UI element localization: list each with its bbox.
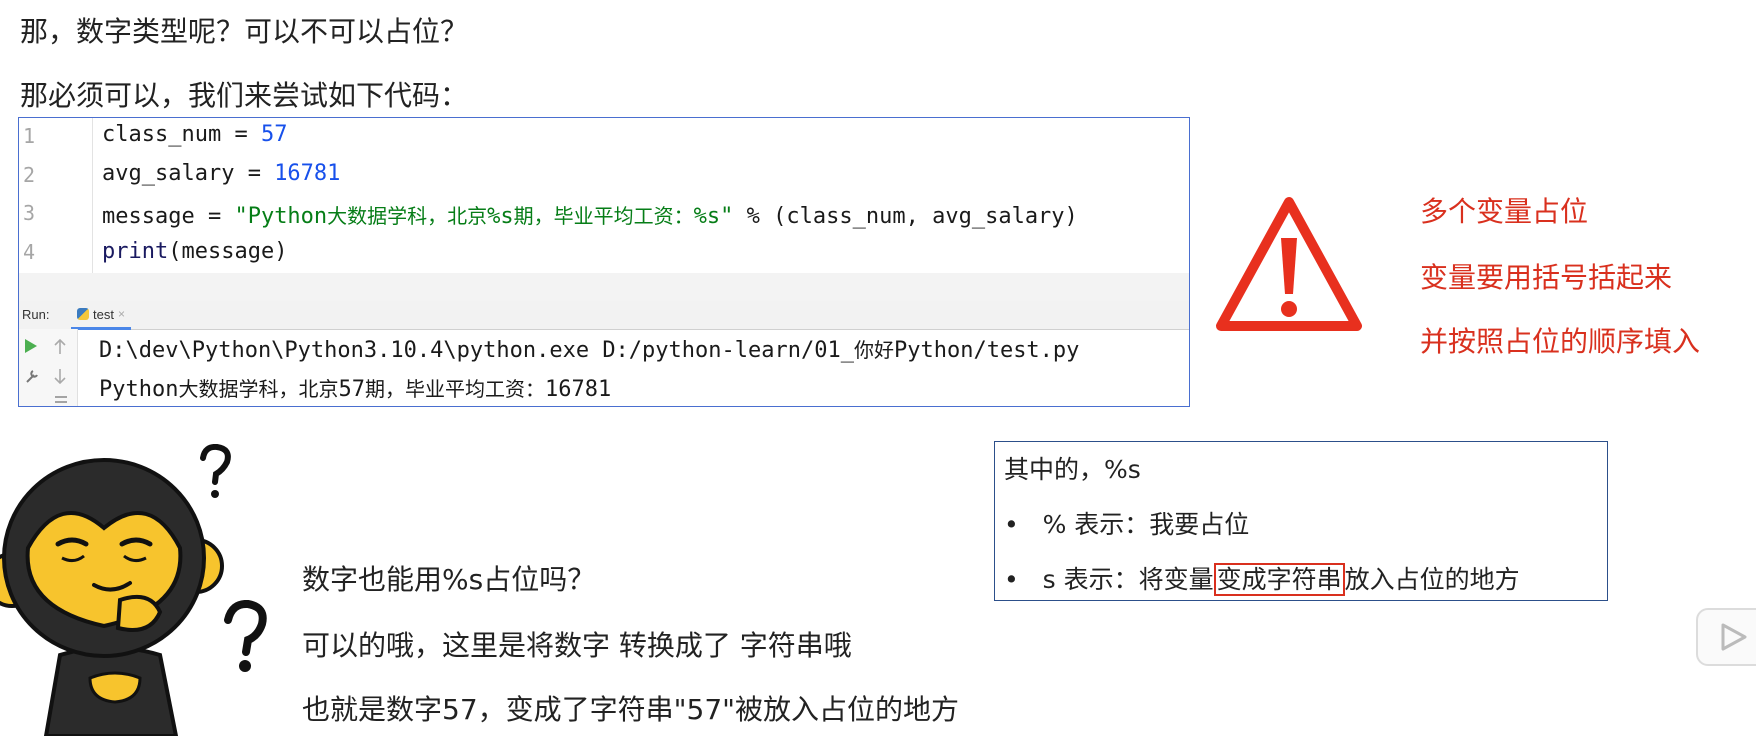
highlight-box: 变成字符串 [1213,563,1345,596]
output-text: 16781 [544,377,612,402]
arrow-up-icon[interactable] [54,339,66,355]
soft-wrap-icon[interactable] [54,395,68,405]
output-text: D:\dev\Python\Python3.10.4\python.exe D:… [99,338,854,363]
code-string: 大数据学科，北京 [327,204,488,228]
output-text: 期，毕业平均工资： [364,377,545,401]
body-answer-1: 可以的哦，这里是将数字 转换成了 字符串哦 [302,629,852,662]
output-text: Python [99,377,179,402]
info-item-text: s 表示：将变量 [1042,565,1214,594]
info-item-text: % 表示：我要占位 [1042,510,1250,539]
wrench-icon[interactable] [24,368,40,384]
page-intro-heading: 那必须可以，我们来尝试如下代码： [20,79,469,112]
play-button[interactable] [1696,608,1756,666]
code-line-4[interactable]: print(message) [102,239,287,264]
warning-note: 变量要用括号括起来 [1420,261,1673,294]
editor-separator [19,273,1189,302]
code-token: avg_salary = [102,161,275,186]
line-number: 1 [23,124,36,148]
question-mark-icon [224,600,267,672]
code-string: %s [487,204,514,229]
run-tab-bar: Run: test × [19,301,1189,330]
code-area[interactable]: 1 2 3 4 class_num = 57 avg_salary = 1678… [19,118,1189,273]
code-string: %s" [693,204,734,229]
code-line-1[interactable]: class_num = 57 [102,122,287,147]
code-token: (message) [168,239,288,264]
bullet: • [1004,565,1019,594]
play-icon [1721,623,1747,651]
run-label: Run: [22,307,50,322]
info-box-title: 其中的，%s [1004,455,1141,484]
run-output-line-2: Python大数据学科，北京57期，毕业平均工资：16781 [99,373,611,402]
run-tab-label: test [93,306,114,322]
warning-icon [1216,197,1362,331]
line-gutter: 1 2 3 4 [19,118,93,273]
bullet: • [1004,510,1019,539]
run-tab-test[interactable]: test × [71,301,131,330]
line-number: 4 [23,240,36,264]
body-question: 数字也能用%s占位吗？ [302,563,596,596]
code-token: class_num = [102,122,261,147]
line-number: 2 [23,163,36,187]
info-box-item: • s 表示：将变量 变成字符串 放入占位的地方 [1004,560,1520,596]
code-line-3[interactable]: message = "Python大数据学科，北京%s期，毕业平均工资：%s" … [102,200,1078,229]
code-token: message = [102,204,235,229]
close-icon[interactable]: × [118,307,125,321]
warning-note: 多个变量占位 [1420,195,1589,228]
output-text: 大数据学科，北京 [178,377,339,401]
run-play-icon[interactable] [25,339,37,353]
code-number: 16781 [274,161,341,186]
run-output-line-1: D:\dev\Python\Python3.10.4\python.exe D:… [99,334,1079,363]
python-icon [77,308,89,320]
monkey-mascot [0,458,224,736]
warning-note: 并按照占位的顺序填入 [1420,325,1701,358]
info-box: 其中的，%s • % 表示：我要占位 • s 表示：将变量 变成字符串 放入占位的地… [994,441,1608,601]
info-item-text: 放入占位的地方 [1344,565,1520,594]
code-function: print [102,239,169,264]
code-line-2[interactable]: avg_salary = 16781 [102,161,340,186]
arrow-down-icon[interactable] [54,368,66,384]
code-editor[interactable]: 1 2 3 4 class_num = 57 avg_salary = 1678… [18,117,1190,407]
code-string: 期，毕业平均工资： [513,204,694,228]
code-token: % (class_num, avg_salary) [733,204,1078,229]
question-mark-icon [200,444,231,498]
info-box-item: • % 表示：我要占位 [1004,505,1249,541]
body-answer-2: 也就是数字57，变成了字符串"57"被放入占位的地方 [302,693,960,726]
line-number: 3 [23,201,36,225]
code-string: "Python [234,204,328,229]
page-question-heading: 那，数字类型呢？可以不可以占位？ [20,15,469,48]
code-number: 57 [260,122,288,147]
output-text: 你好 [853,338,894,362]
output-text: 57 [338,377,365,402]
run-toolbar [19,329,78,406]
output-text: Python/test.py [893,338,1080,363]
